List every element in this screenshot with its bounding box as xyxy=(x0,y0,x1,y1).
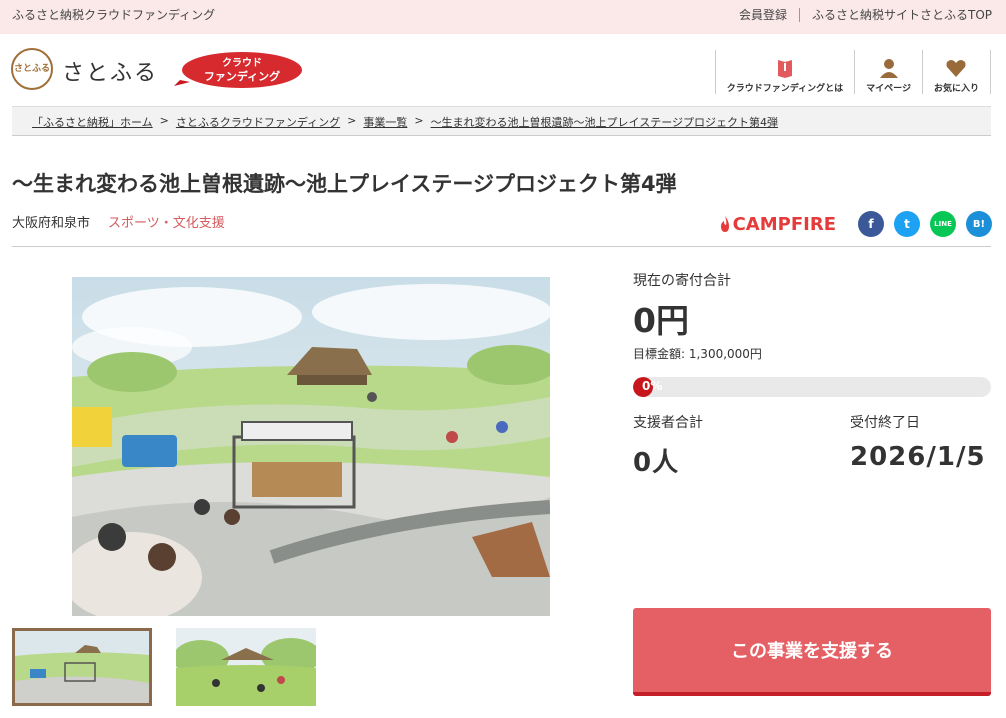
progress-percent: 0% xyxy=(642,379,663,393)
thumbnail-stage-illustration xyxy=(15,631,149,703)
breadcrumb-separator: > xyxy=(414,114,424,127)
breadcrumb-home[interactable]: 「ふるさと納税」ホーム xyxy=(32,114,153,135)
nav-about-label: クラウドファンディングとは xyxy=(726,84,844,94)
heart-icon xyxy=(946,60,966,77)
deadline-label: 受付終了日 xyxy=(850,415,920,431)
site-top-link[interactable]: ふるさと納税サイトさとふるTOP xyxy=(812,6,992,23)
deadline-value: 2026/1/5 xyxy=(850,442,986,472)
donation-stats-panel: 現在の寄付合計 0円 目標金額: 1,300,000円 0% 支援者合計 0人 … xyxy=(633,270,991,478)
breadcrumb-separator: > xyxy=(159,114,169,127)
project-meta: 大阪府和泉市 スポーツ・文化支援 xyxy=(12,212,225,231)
twitter-share-icon[interactable]: t xyxy=(894,211,920,237)
facebook-share-icon[interactable]: f xyxy=(858,211,884,237)
nav-favorites-label: お気に入り xyxy=(933,84,979,94)
site-tagline: ふるさと納税クラウドファンディング xyxy=(12,8,216,22)
project-main-image[interactable] xyxy=(72,277,550,616)
supporters-stat: 支援者合計 0人 xyxy=(633,412,703,479)
supporters-label: 支援者合計 xyxy=(633,415,703,431)
thumbnail-park-illustration xyxy=(176,628,316,706)
cf-badge-line2: ファンディング xyxy=(204,69,280,83)
project-category[interactable]: スポーツ・文化支援 xyxy=(108,212,225,231)
breadcrumb-projects[interactable]: 事業一覧 xyxy=(363,114,407,135)
breadcrumb: 「ふるさと納税」ホーム > さとふるクラウドファンディング > 事業一覧 > ～… xyxy=(12,106,991,136)
image-thumbnails xyxy=(12,628,340,706)
line-share-icon[interactable]: LINE xyxy=(930,211,956,237)
current-total-label: 現在の寄付合計 xyxy=(633,273,731,289)
breadcrumb-crowdfunding[interactable]: さとふるクラウドファンディング xyxy=(176,114,340,135)
top-links: 会員登録 ふるさと納税サイトさとふるTOP xyxy=(739,6,992,23)
header-icon-nav: クラウドファンディングとは マイページ お気に入り xyxy=(714,50,991,94)
breadcrumb-separator: > xyxy=(347,114,357,127)
share-bar: CAMPFIRE f t LINE B! xyxy=(719,211,992,237)
top-bar: ふるさと納税クラウドファンディング 会員登録 ふるさと納税サイトさとふるTOP xyxy=(0,0,1006,34)
campfire-text: CAMPFIRE xyxy=(732,213,836,235)
flame-icon xyxy=(720,216,729,232)
section-divider xyxy=(12,246,991,247)
page-title: ～生まれ変わる池上曽根遺跡～池上プレイステージプロジェクト第4弾 xyxy=(12,172,677,196)
cf-badge-line1: クラウド xyxy=(222,57,262,69)
nav-favorites[interactable]: お気に入り xyxy=(921,50,991,94)
project-city: 大阪府和泉市 xyxy=(12,216,91,231)
satofull-logo-mark[interactable]: さとふる xyxy=(11,48,53,90)
progress-bar: 0% xyxy=(633,377,991,397)
satofull-logo-text[interactable]: さとふる xyxy=(62,55,158,87)
crowdfunding-badge[interactable]: クラウド ファンディング xyxy=(172,50,304,90)
top-link-divider xyxy=(798,7,800,22)
thumbnail-2[interactable] xyxy=(176,628,316,706)
current-total-amount: 0円 xyxy=(633,301,689,340)
supporters-value: 0人 xyxy=(633,448,680,478)
nav-about-crowdfunding[interactable]: クラウドファンディングとは xyxy=(714,50,854,94)
nav-mypage[interactable]: マイページ xyxy=(854,50,922,94)
park-stage-illustration xyxy=(72,277,550,616)
campfire-logo[interactable]: CAMPFIRE xyxy=(719,214,836,235)
register-link[interactable]: 会員登録 xyxy=(739,6,787,23)
logo-mark-text: さとふる xyxy=(13,63,50,74)
goal-amount: 目標金額: 1,300,000円 xyxy=(633,347,762,361)
deadline-stat: 受付終了日 2026/1/5 xyxy=(850,412,986,472)
breadcrumb-current[interactable]: ～生まれ変わる池上曽根遺跡～池上プレイステージプロジェクト第4弾 xyxy=(431,114,778,135)
nav-mypage-label: マイページ xyxy=(866,84,911,94)
thumbnail-1[interactable] xyxy=(12,628,152,706)
site-header: さとふる さとふる クラウド ファンディング クラウドファンディングとは マイペ… xyxy=(0,34,1006,104)
hatena-bookmark-icon[interactable]: B! xyxy=(966,211,992,237)
user-icon xyxy=(879,59,898,78)
book-icon xyxy=(777,60,792,78)
support-project-button[interactable]: この事業を支援する xyxy=(633,608,991,696)
